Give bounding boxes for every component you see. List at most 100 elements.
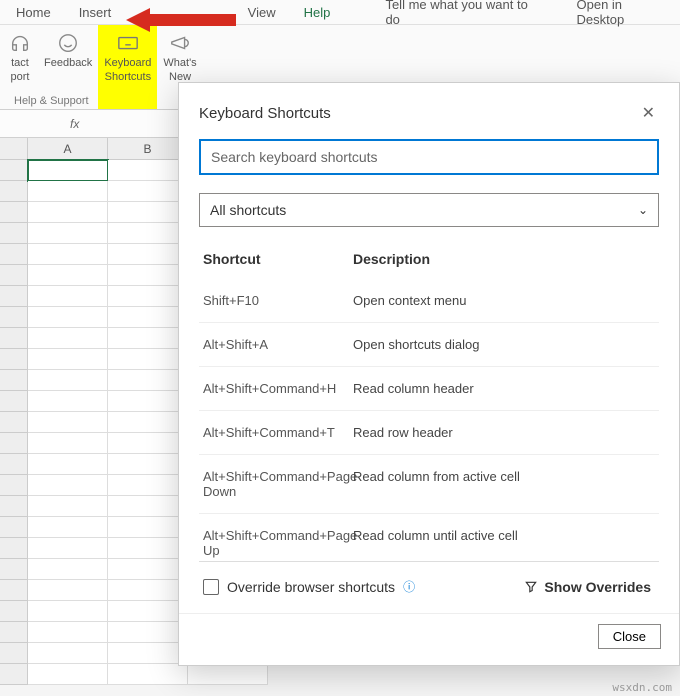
keyboard-shortcuts-button[interactable]: Keyboard Shortcuts — [98, 25, 157, 109]
row-header[interactable] — [0, 454, 28, 475]
cell[interactable] — [108, 265, 188, 286]
cell[interactable] — [28, 538, 108, 559]
cell[interactable] — [28, 601, 108, 622]
row-header[interactable] — [0, 664, 28, 685]
cell[interactable] — [28, 643, 108, 664]
row-header[interactable] — [0, 517, 28, 538]
cell[interactable] — [108, 601, 188, 622]
cell[interactable] — [108, 496, 188, 517]
cell[interactable] — [28, 202, 108, 223]
open-in-desktop[interactable]: Open in Desktop — [563, 0, 679, 31]
tab-help[interactable]: Help — [290, 1, 345, 24]
cell[interactable] — [28, 412, 108, 433]
cell[interactable] — [108, 559, 188, 580]
tell-me-search[interactable]: Tell me what you want to do — [371, 0, 544, 31]
row-header[interactable] — [0, 643, 28, 664]
cell[interactable] — [28, 265, 108, 286]
shortcut-cell: Alt+Shift+Command+H — [203, 381, 353, 396]
description-cell: Open shortcuts dialog — [353, 337, 655, 352]
row-header[interactable] — [0, 160, 28, 181]
select-all-corner[interactable] — [0, 138, 28, 159]
cell[interactable] — [108, 286, 188, 307]
cell[interactable] — [108, 412, 188, 433]
tab-view[interactable]: View — [234, 1, 290, 24]
row-header[interactable] — [0, 202, 28, 223]
override-checkbox[interactable]: Override browser shortcuts ⓘ — [203, 578, 415, 595]
cell[interactable] — [108, 454, 188, 475]
row-header[interactable] — [0, 580, 28, 601]
cell[interactable] — [28, 517, 108, 538]
row-header[interactable] — [0, 244, 28, 265]
cell[interactable] — [108, 643, 188, 664]
cell[interactable] — [28, 244, 108, 265]
cell[interactable] — [108, 391, 188, 412]
cell[interactable] — [28, 307, 108, 328]
cell[interactable] — [108, 433, 188, 454]
description-cell: Read column until active cell — [353, 528, 655, 558]
cell[interactable] — [28, 328, 108, 349]
cell[interactable] — [188, 664, 268, 685]
cell[interactable] — [108, 538, 188, 559]
cell[interactable] — [108, 160, 188, 181]
row-header[interactable] — [0, 559, 28, 580]
table-header: Shortcut Description — [199, 231, 659, 279]
row-header[interactable] — [0, 370, 28, 391]
row-header[interactable] — [0, 307, 28, 328]
show-overrides-button[interactable]: Show Overrides — [524, 579, 651, 595]
row-header[interactable] — [0, 622, 28, 643]
row-header[interactable] — [0, 286, 28, 307]
cell[interactable] — [108, 517, 188, 538]
cell[interactable] — [108, 580, 188, 601]
cell[interactable] — [108, 328, 188, 349]
cell[interactable] — [108, 244, 188, 265]
cell[interactable] — [28, 286, 108, 307]
cell[interactable] — [28, 496, 108, 517]
row-header[interactable] — [0, 538, 28, 559]
tab-insert[interactable]: Insert — [65, 1, 126, 24]
row-header[interactable] — [0, 181, 28, 202]
close-button[interactable]: Close — [598, 624, 661, 649]
cell[interactable] — [108, 349, 188, 370]
row-header[interactable] — [0, 412, 28, 433]
cell[interactable] — [28, 580, 108, 601]
cell[interactable] — [108, 475, 188, 496]
row-header[interactable] — [0, 391, 28, 412]
cell[interactable] — [28, 160, 108, 181]
cell[interactable] — [108, 307, 188, 328]
row-header[interactable] — [0, 265, 28, 286]
cell[interactable] — [28, 664, 108, 685]
row-header[interactable] — [0, 475, 28, 496]
filter-dropdown[interactable]: All shortcuts ⌄ — [199, 193, 659, 227]
cell[interactable] — [108, 202, 188, 223]
cell[interactable] — [28, 622, 108, 643]
cell[interactable] — [28, 370, 108, 391]
table-row: Alt+Shift+AOpen shortcuts dialog — [199, 322, 659, 366]
row-header[interactable] — [0, 601, 28, 622]
cell[interactable] — [28, 433, 108, 454]
cell[interactable] — [28, 181, 108, 202]
description-cell: Read column header — [353, 381, 655, 396]
cell[interactable] — [108, 370, 188, 391]
cell[interactable] — [108, 223, 188, 244]
row-header[interactable] — [0, 223, 28, 244]
tab-home[interactable]: Home — [2, 1, 65, 24]
row-header[interactable] — [0, 328, 28, 349]
column-header[interactable]: A — [28, 138, 108, 159]
search-input[interactable]: Search keyboard shortcuts — [199, 139, 659, 175]
column-header[interactable]: B — [108, 138, 188, 159]
row-header[interactable] — [0, 496, 28, 517]
cell[interactable] — [28, 223, 108, 244]
cell[interactable] — [108, 622, 188, 643]
cell[interactable] — [28, 391, 108, 412]
cell[interactable] — [28, 454, 108, 475]
cell[interactable] — [28, 349, 108, 370]
show-overrides-label: Show Overrides — [544, 579, 651, 595]
row-header[interactable] — [0, 349, 28, 370]
cell[interactable] — [28, 475, 108, 496]
cell[interactable] — [28, 559, 108, 580]
cell[interactable] — [108, 181, 188, 202]
row-header[interactable] — [0, 433, 28, 454]
info-icon[interactable]: ⓘ — [403, 578, 415, 595]
close-icon[interactable]: ✕ — [638, 99, 659, 127]
cell[interactable] — [108, 664, 188, 685]
